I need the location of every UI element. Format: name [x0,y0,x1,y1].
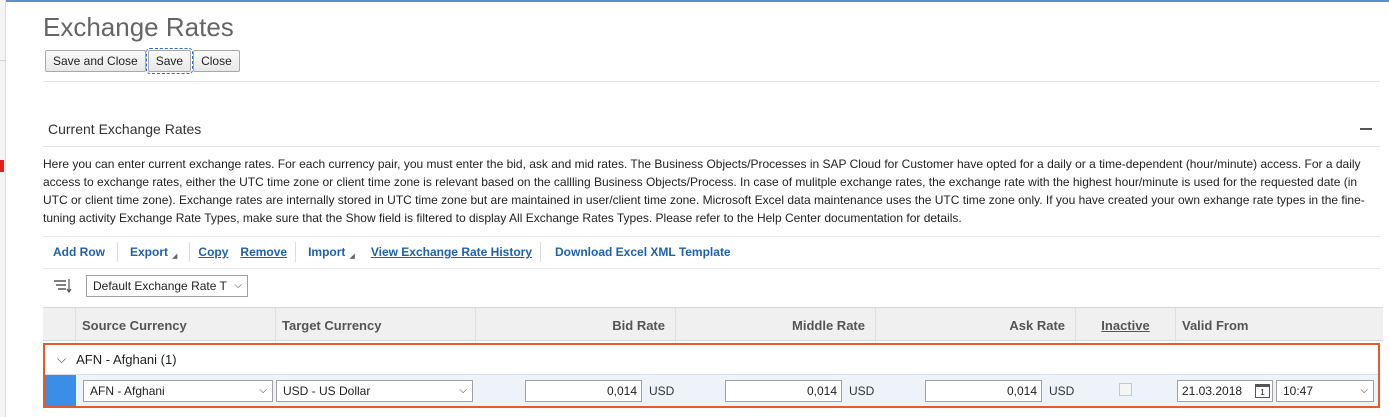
calendar-icon[interactable]: 1 [1255,384,1270,398]
sort-icon[interactable] [52,277,72,295]
sidebar-marker [0,160,4,172]
action-separator [189,242,191,262]
valid-from-time-value: 10:47 [1283,384,1314,398]
collapse-icon[interactable] [1360,128,1372,130]
chevron-down-icon: ⌵ [234,280,242,291]
chevron-down-icon[interactable]: ⌵ [57,352,66,367]
window-top-border [0,0,1389,2]
menu-triangle-icon: ◢ [349,253,355,260]
page-title: Exchange Rates [43,12,234,42]
copy-link[interactable]: Copy [192,242,234,262]
col-valid-from[interactable]: Valid From [1175,308,1383,342]
source-currency-select[interactable]: AFN - Afghani ⌵ [83,380,273,402]
section-description: Here you can enter current exchange rate… [43,157,1365,225]
filter-divider [43,268,1380,269]
action-separator [117,242,118,262]
target-currency-select[interactable]: USD - US Dollar ⌵ [276,380,473,402]
valid-from-date-input[interactable]: 21.03.2018 1 [1177,380,1273,402]
ask-rate-currency: USD [1049,384,1075,398]
col-middle-rate[interactable]: Middle Rate [675,308,875,342]
chevron-down-icon: ⌵ [1360,385,1368,396]
chevron-down-icon: ⌵ [459,385,467,396]
col-bid-rate[interactable]: Bid Rate [475,308,675,342]
currency-group: ⌵ AFN - Afghani (1) AFN - Afghani ⌵ USD … [43,343,1380,408]
target-currency-value: USD - US Dollar [283,384,371,398]
actions-divider [43,236,1380,237]
row-selector[interactable] [45,375,76,406]
table-row[interactable]: AFN - Afghani ⌵ USD - US Dollar ⌵ 0,014 … [45,374,1378,406]
col-target-currency[interactable]: Target Currency [275,308,475,342]
ask-rate-input[interactable]: 0,014 [925,380,1042,402]
left-sidebar-strip [0,0,6,417]
middle-rate-currency: USD [849,384,875,398]
inactive-checkbox[interactable] [1119,383,1132,396]
sidebar-divider [0,60,6,61]
bid-rate-currency: USD [649,384,675,398]
table-header: Source Currency Target Currency Bid Rate… [43,307,1383,342]
import-label: Import [308,245,346,259]
header-divider [43,81,1380,82]
col-source-currency[interactable]: Source Currency [75,308,275,342]
section-divider [43,146,1380,147]
table-actions-bar: Add Row Export ◢ Copy Remove Import ◢ View… [43,240,741,264]
valid-from-date-value: 21.03.2018 [1182,384,1243,398]
action-separator [295,242,297,262]
export-menu-button[interactable]: Export ◢ [120,242,187,262]
col-inactive[interactable]: Inactive [1075,308,1175,342]
section-title: Current Exchange Rates [48,121,202,137]
view-history-link[interactable]: View Exchange Rate History [365,242,538,262]
chevron-down-icon: ⌵ [259,385,267,396]
toolbar: Save and Close Save Close [45,48,240,74]
bid-rate-input[interactable]: 0,014 [525,380,642,402]
group-header-row[interactable]: ⌵ AFN - Afghani (1) [45,345,1378,374]
select-value: Default Exchange Rate T [93,279,227,293]
exchange-rate-type-select[interactable]: Default Exchange Rate T ⌵ [86,275,248,297]
valid-from-time-select[interactable]: 10:47 ⌵ [1276,380,1374,402]
remove-link[interactable]: Remove [234,242,293,262]
middle-rate-input[interactable]: 0,014 [725,380,842,402]
save-button[interactable]: Save [145,48,194,74]
group-label: AFN - Afghani (1) [76,352,177,367]
action-separator [540,242,542,262]
save-and-close-button[interactable]: Save and Close [45,50,146,72]
source-currency-value: AFN - Afghani [90,384,165,398]
add-row-button[interactable]: Add Row [43,242,115,262]
export-label: Export [130,245,169,259]
col-ask-rate[interactable]: Ask Rate [875,308,1075,342]
close-button[interactable]: Close [193,50,240,72]
download-template-link[interactable]: Download Excel XML Template [543,242,741,262]
menu-triangle-icon: ◢ [172,253,178,260]
import-menu-button[interactable]: Import ◢ [298,242,365,262]
